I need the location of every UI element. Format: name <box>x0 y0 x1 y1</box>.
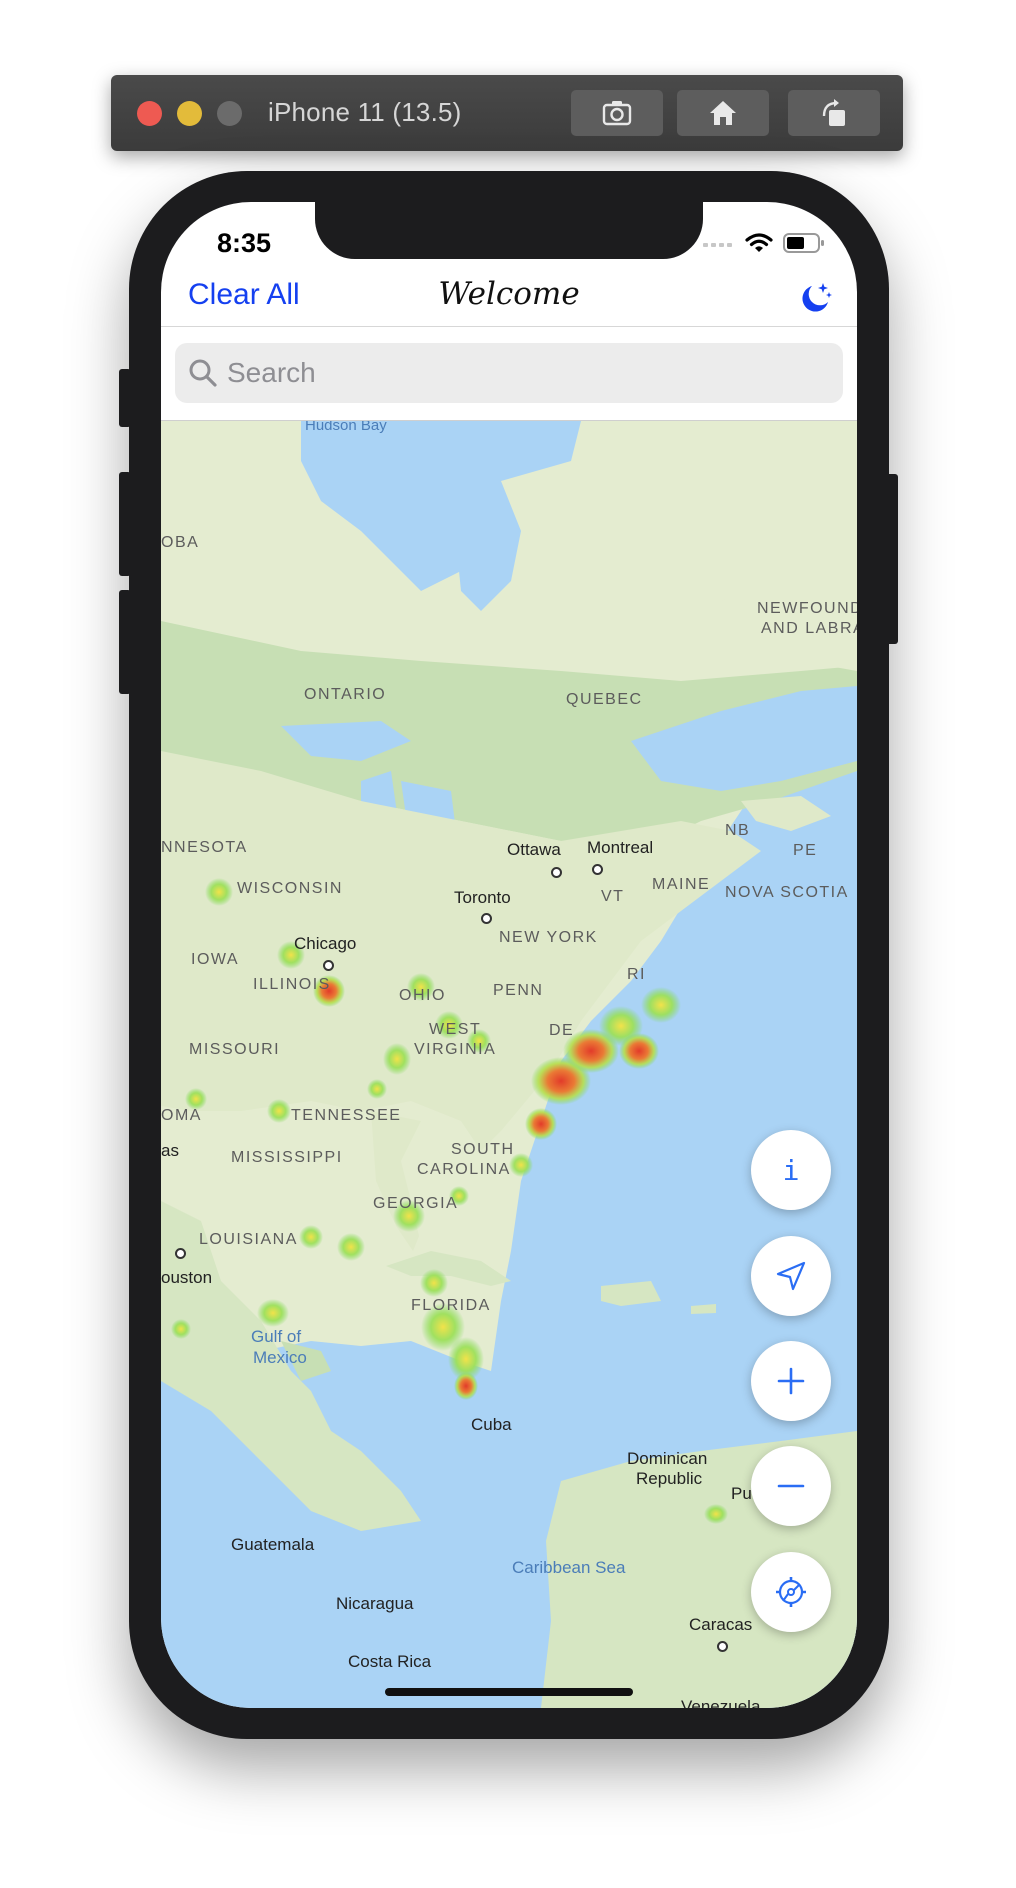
label-labrador: AND LABRA <box>761 620 857 637</box>
map-background <box>161 421 857 1708</box>
label-carolina: CAROLINA <box>417 1161 511 1178</box>
label-nova-scotia: NOVA SCOTIA <box>725 884 849 901</box>
marker-toronto <box>481 913 492 924</box>
label-puerto: Pu <box>731 1484 752 1503</box>
plus-icon <box>777 1367 805 1395</box>
moon-stars-icon <box>802 283 832 312</box>
wifi-icon <box>745 233 773 252</box>
notch <box>315 202 703 259</box>
status-time: 8:35 <box>217 228 272 258</box>
marker-ottawa <box>551 867 562 878</box>
label-missouri: MISSOURI <box>189 1041 281 1058</box>
map-view[interactable]: Hudson Bay OBA NEWFOUND AND LABRA ONTARI… <box>161 421 857 1708</box>
label-wisconsin: WISCONSIN <box>237 880 343 897</box>
phone-screen: 8:35 Clear All Welcome Search Hudson Bay… <box>161 202 857 1708</box>
marker-montreal <box>592 864 603 875</box>
label-guatemala: Guatemala <box>231 1535 315 1554</box>
label-ontario: ONTARIO <box>304 686 387 703</box>
label-newfoundland: NEWFOUND <box>757 600 857 617</box>
volume-down-button <box>119 590 131 694</box>
volume-up-button <box>119 472 131 576</box>
label-dominican-1: Dominican <box>627 1449 708 1468</box>
dark-mode-toggle[interactable] <box>797 280 833 316</box>
cellular-icon <box>703 243 732 247</box>
screenshot-button[interactable] <box>571 90 663 136</box>
label-nicaragua: Nicaragua <box>336 1594 414 1613</box>
label-caracas: Caracas <box>689 1615 753 1634</box>
label-minnesota: NNESOTA <box>161 839 248 856</box>
page-title: Welcome <box>438 276 580 312</box>
window-zoom-button[interactable] <box>217 101 242 126</box>
label-gulf-2: Mexico <box>253 1348 307 1367</box>
rotate-icon <box>822 99 845 126</box>
label-tennessee: TENNESSEE <box>291 1107 402 1124</box>
label-vt: VT <box>601 888 625 905</box>
home-button[interactable] <box>677 90 769 136</box>
label-louisiana: LOUISIANA <box>199 1231 298 1248</box>
simulator-title: iPhone 11 (13.5) <box>268 97 462 127</box>
label-west: WEST <box>429 1021 482 1038</box>
label-hudson: Hudson Bay <box>305 421 387 434</box>
label-ohio: OHIO <box>399 987 446 1004</box>
marker-chicago <box>323 960 334 971</box>
navigation-bar: Clear All Welcome <box>161 270 857 328</box>
label-florida: FLORIDA <box>411 1297 491 1314</box>
simulator-toolbar: iPhone 11 (13.5) <box>111 75 903 151</box>
window-minimize-button[interactable] <box>177 101 202 126</box>
settings-gear-icon <box>776 1577 806 1607</box>
label-new-york: NEW YORK <box>499 929 598 946</box>
zoom-out-button[interactable] <box>751 1446 831 1526</box>
marker-houston <box>175 1248 186 1259</box>
label-cuba: Cuba <box>471 1415 512 1434</box>
settings-button[interactable] <box>751 1552 831 1632</box>
info-label: i <box>782 1153 800 1187</box>
label-ottawa: Ottawa <box>507 840 561 859</box>
label-manitoba: OBA <box>161 534 200 551</box>
home-icon <box>710 101 736 125</box>
label-as: as <box>161 1141 179 1160</box>
rotate-button[interactable] <box>788 90 880 136</box>
label-mississippi: MISSISSIPPI <box>231 1149 343 1166</box>
label-houston: ouston <box>161 1268 213 1287</box>
search-icon <box>189 359 217 387</box>
minus-icon <box>777 1484 805 1488</box>
label-costa-rica: Costa Rica <box>348 1652 432 1671</box>
label-south: SOUTH <box>451 1141 515 1158</box>
label-oma: OMA <box>161 1107 202 1124</box>
label-penn: PENN <box>493 982 544 999</box>
window-close-button[interactable] <box>137 101 162 126</box>
label-toronto: Toronto <box>454 888 511 907</box>
label-nb: NB <box>725 822 751 839</box>
label-maine: MAINE <box>652 876 711 893</box>
status-icons <box>703 232 825 254</box>
label-quebec: QUEBEC <box>566 691 643 708</box>
label-gulf-1: Gulf of <box>251 1327 302 1346</box>
zoom-in-button[interactable] <box>751 1341 831 1421</box>
label-de: DE <box>549 1022 575 1039</box>
battery-icon <box>783 233 824 253</box>
label-georgia: GEORGIA <box>373 1195 459 1212</box>
locate-button[interactable] <box>751 1236 831 1316</box>
label-ri: RI <box>627 966 646 983</box>
silent-switch <box>119 369 131 427</box>
label-montreal: Montreal <box>587 838 654 857</box>
label-illinois: ILLINOIS <box>253 976 331 993</box>
home-indicator[interactable] <box>385 1688 633 1696</box>
camera-icon <box>602 101 632 126</box>
label-iowa: IOWA <box>191 951 240 968</box>
label-caribbean: Caribbean Sea <box>512 1558 626 1577</box>
marker-caracas <box>717 1641 728 1652</box>
label-pe: PE <box>793 842 818 859</box>
power-button <box>886 474 898 644</box>
search-field[interactable] <box>175 343 843 403</box>
label-dominican-2: Republic <box>636 1469 703 1488</box>
info-button[interactable]: i <box>751 1130 831 1210</box>
search-input[interactable] <box>227 357 807 389</box>
search-bar <box>161 327 857 421</box>
label-chicago: Chicago <box>294 934 357 953</box>
label-virginia: VIRGINIA <box>414 1041 497 1058</box>
location-arrow-icon <box>776 1261 806 1291</box>
label-venezuela: Venezuela <box>681 1697 761 1708</box>
